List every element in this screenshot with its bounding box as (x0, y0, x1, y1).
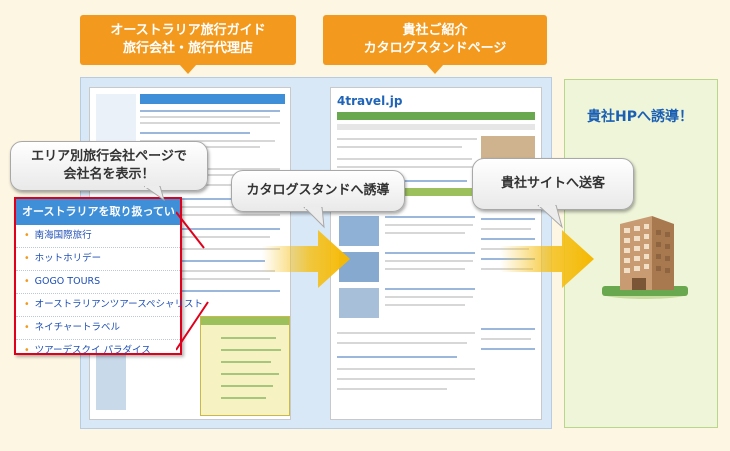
catalog-nav-bar (337, 112, 535, 120)
tab-travel-guide-line1: オーストラリア旅行ガイド (110, 23, 266, 38)
bubble-company-names: エリア別旅行会社ページで 会社名を表示！ (10, 141, 208, 191)
guide-header-bar (140, 94, 285, 104)
catalog-thumb-3 (339, 288, 379, 318)
bubble-site-tail (537, 205, 563, 229)
bubble-catalog-text: カタログスタンドへ誘導 (246, 183, 390, 198)
bullet-icon: • (24, 299, 30, 310)
tab-catalog-stand: 貴社ご紹介 カタログスタンドページ (323, 15, 547, 74)
bullet-icon: • (24, 345, 30, 356)
bubble-site-text: 貴社サイトへ送客 (500, 176, 605, 191)
company-name: ホットホリデー (34, 253, 102, 264)
bullet-icon: • (24, 253, 30, 264)
company-name: ネイチャートラベル (34, 322, 121, 333)
company-list-item[interactable]: • 南海国際旅行 (16, 225, 180, 248)
company-list-item[interactable]: • ツアーデスクイ パラダイス (16, 340, 180, 362)
tab-catalog-line2: カタログスタンドページ (363, 41, 507, 56)
tab-travel-guide: オーストラリア旅行ガイド 旅行会社・旅行代理店 (80, 15, 296, 74)
company-list-item[interactable]: • GOGO TOURS (16, 271, 180, 294)
arrow-to-company (500, 230, 594, 288)
company-list-box: オーストラリアを取り扱ってい • 南海国際旅行 • ホットホリデー • GOGO TO… (14, 197, 203, 356)
company-name: GOGO TOURS (34, 276, 101, 287)
bubble-company-line2: 会社名を表示！ (63, 167, 155, 182)
bubble-catalog: カタログスタンドへ誘導 (231, 170, 405, 212)
company-list-item[interactable]: • オーストラリアンツアースペシャリスト (16, 294, 203, 317)
hp-title: 貴社HPへ誘導！ (587, 109, 693, 125)
guide-highlight-box (200, 316, 290, 416)
callout-connector (176, 211, 205, 249)
site-logo: 4travel.jp (337, 94, 403, 108)
bubble-site: 貴社サイトへ送客 (472, 158, 634, 210)
callout-connector-lower (176, 301, 209, 351)
bubble-catalog-tail (303, 207, 325, 229)
company-list-header: オーストラリアを取り扱ってい (16, 199, 180, 225)
bullet-icon: • (24, 322, 30, 333)
arrow-to-catalog (262, 230, 350, 288)
diagram: オーストラリア旅行ガイド 旅行会社・旅行代理店 貴社ご紹介 カタログスタンドペー… (0, 0, 730, 451)
bubble-company-tail (144, 186, 165, 202)
bullet-icon: • (24, 230, 30, 241)
building-icon (602, 216, 688, 299)
bubble-company-line1: エリア別旅行会社ページで (31, 149, 187, 164)
bullet-icon: • (24, 276, 30, 287)
company-list-item[interactable]: • ネイチャートラベル (16, 317, 180, 340)
tab-travel-guide-line2: 旅行会社・旅行代理店 (122, 41, 253, 56)
company-name: ツアーデスクイ パラダイス (34, 345, 151, 356)
company-name: 南海国際旅行 (34, 230, 92, 241)
company-list-item[interactable]: • ホットホリデー (16, 248, 180, 271)
tab-catalog-line1: 貴社ご紹介 (402, 23, 468, 38)
